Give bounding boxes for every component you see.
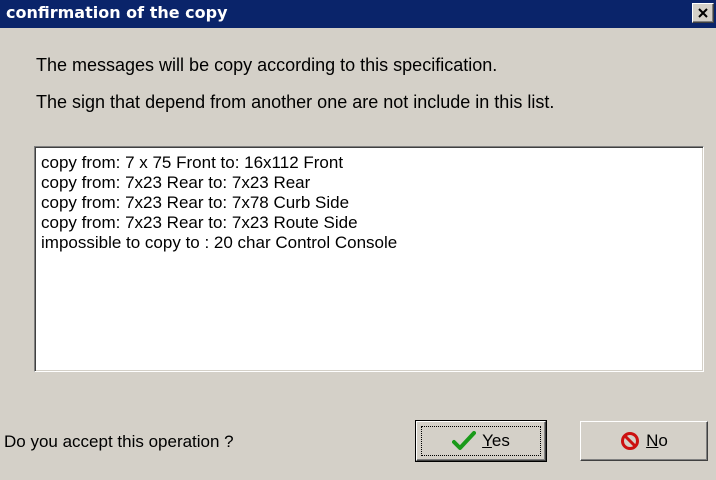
confirmation-dialog: confirmation of the copy The messages wi… xyxy=(0,0,716,480)
copy-spec-list[interactable]: copy from: 7 x 75 Front to: 16x112 Front… xyxy=(34,146,704,372)
dialog-title: confirmation of the copy xyxy=(6,3,228,22)
list-item[interactable]: copy from: 7x23 Rear to: 7x23 Route Side xyxy=(41,213,703,233)
list-item[interactable]: copy from: 7x23 Rear to: 7x23 Rear xyxy=(41,173,703,193)
title-bar[interactable]: confirmation of the copy xyxy=(0,0,716,28)
message-line-2: The sign that depend from another one ar… xyxy=(36,92,555,112)
confirmation-question: Do you accept this operation ? xyxy=(4,432,234,451)
list-item[interactable]: copy from: 7x23 Rear to: 7x78 Curb Side xyxy=(41,193,703,213)
no-button-label: No xyxy=(646,431,668,450)
close-button[interactable] xyxy=(692,3,714,23)
focus-rectangle xyxy=(421,426,541,456)
list-item[interactable]: impossible to copy to : 20 char Control … xyxy=(41,233,703,253)
list-item[interactable]: copy from: 7 x 75 Front to: 16x112 Front xyxy=(41,153,703,173)
no-entry-icon xyxy=(620,431,640,451)
message-line-1: The messages will be copy according to t… xyxy=(36,55,498,75)
no-button[interactable]: No xyxy=(580,421,708,461)
close-icon xyxy=(698,8,708,18)
yes-button[interactable]: Yes xyxy=(415,420,547,462)
